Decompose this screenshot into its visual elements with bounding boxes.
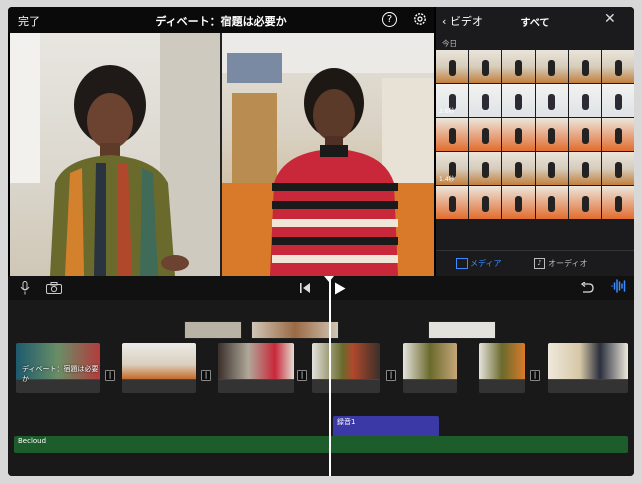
top-bar: 完了 ディベート：宿題は必要か ? (8, 7, 434, 33)
tab-audio[interactable]: オーディオ (548, 258, 587, 269)
waveform-icon[interactable] (611, 279, 627, 293)
skip-back-icon[interactable] (300, 283, 310, 293)
media-thumbnail[interactable] (436, 50, 469, 83)
video-clip[interactable] (479, 343, 525, 393)
media-thumbnail[interactable] (469, 50, 502, 83)
media-thumbnail[interactable] (502, 152, 535, 185)
video-viewer[interactable] (10, 33, 434, 276)
help-icon[interactable]: ? (382, 12, 397, 27)
media-thumbnail[interactable] (436, 118, 469, 151)
recording-label: 録音1 (337, 418, 356, 426)
media-thumbnail[interactable] (502, 186, 535, 219)
music-note-icon[interactable]: ♪ (534, 258, 545, 269)
media-thumbnail[interactable] (469, 186, 502, 219)
voice-recording-clip[interactable]: 録音1 (333, 416, 439, 437)
background-music-label: Becloud (18, 437, 47, 445)
media-thumbnail[interactable]: 1.4秒 (436, 152, 469, 185)
media-thumbnail[interactable] (469, 84, 502, 117)
media-thumbnail[interactable]: 2.6秒 (436, 84, 469, 117)
title-clip-text: ディベート：宿題は必要か (22, 365, 99, 383)
media-thumbnail[interactable] (535, 152, 568, 185)
girl-speaker-image (222, 33, 434, 276)
media-thumbnail[interactable] (502, 84, 535, 117)
cutaway-clip[interactable] (428, 321, 496, 339)
transition-marker[interactable]: | (201, 370, 211, 381)
play-icon[interactable] (334, 282, 346, 295)
media-thumbnail[interactable] (502, 50, 535, 83)
title-clip[interactable]: ディベート：宿題は必要か (16, 343, 100, 393)
media-thumbnail[interactable] (535, 50, 568, 83)
viewer-right-video (222, 33, 434, 276)
section-today-label: 今日 (442, 39, 457, 48)
video-clip[interactable] (548, 343, 628, 393)
control-bar (8, 276, 634, 300)
media-thumbnail[interactable] (601, 50, 634, 83)
cutaway-clip[interactable] (251, 321, 339, 339)
media-thumbnail[interactable] (469, 118, 502, 151)
media-thumbnail[interactable] (535, 118, 568, 151)
media-thumbnail[interactable] (535, 84, 568, 117)
media-thumbnail[interactable] (568, 186, 601, 219)
media-thumbnail[interactable] (436, 186, 469, 219)
transition-marker[interactable]: | (105, 370, 115, 381)
transition-marker[interactable]: | (530, 370, 540, 381)
video-clip[interactable] (122, 343, 196, 393)
imovie-window: 完了 ディベート：宿題は必要か ? ‹ ビデオ すべて ✕ 今日 2.6秒 1.… (8, 7, 634, 476)
clip-duration: 2.6秒 (439, 108, 455, 115)
media-thumbnail[interactable] (469, 152, 502, 185)
media-thumbnail[interactable] (568, 118, 601, 151)
transition-marker[interactable]: | (297, 370, 307, 381)
media-thumbnail[interactable] (601, 152, 634, 185)
viewer-left-video (10, 33, 220, 276)
browser-tab-bar: メディア ♪ オーディオ (436, 250, 634, 276)
media-thumbnail[interactable] (601, 118, 634, 151)
video-clip[interactable] (403, 343, 457, 393)
timeline[interactable]: ディベート：宿題は必要か | | | | | 録音1 Becloud (8, 300, 634, 476)
woman-speaker-image (10, 33, 220, 276)
media-thumbnail[interactable] (601, 186, 634, 219)
microphone-icon[interactable] (20, 281, 30, 295)
clip-duration: 1.4秒 (439, 176, 455, 183)
media-thumbnail[interactable] (568, 152, 601, 185)
media-thumbnail[interactable] (568, 84, 601, 117)
media-thumbnail-grid: 2.6秒 1.4秒 (436, 50, 634, 246)
transition-marker[interactable]: | (386, 370, 396, 381)
close-icon[interactable]: ✕ (604, 11, 616, 27)
video-clip[interactable] (218, 343, 294, 393)
media-thumbnail[interactable] (568, 50, 601, 83)
undo-icon[interactable] (580, 282, 594, 294)
project-title: ディベート：宿題は必要か (155, 15, 287, 28)
tab-media[interactable]: メディア (470, 258, 501, 269)
playhead[interactable] (329, 276, 331, 476)
gear-icon[interactable] (412, 11, 428, 27)
media-icon[interactable] (456, 258, 468, 269)
media-thumbnail[interactable] (502, 118, 535, 151)
media-thumbnail[interactable] (601, 84, 634, 117)
video-clip[interactable] (312, 343, 380, 393)
media-browser: ‹ ビデオ すべて ✕ 今日 2.6秒 1.4秒 メディア ♪ オーディオ (436, 7, 634, 276)
background-music-track[interactable]: Becloud (14, 436, 628, 453)
camera-icon[interactable] (46, 282, 62, 294)
media-thumbnail[interactable] (535, 186, 568, 219)
cutaway-clip[interactable] (184, 321, 242, 339)
